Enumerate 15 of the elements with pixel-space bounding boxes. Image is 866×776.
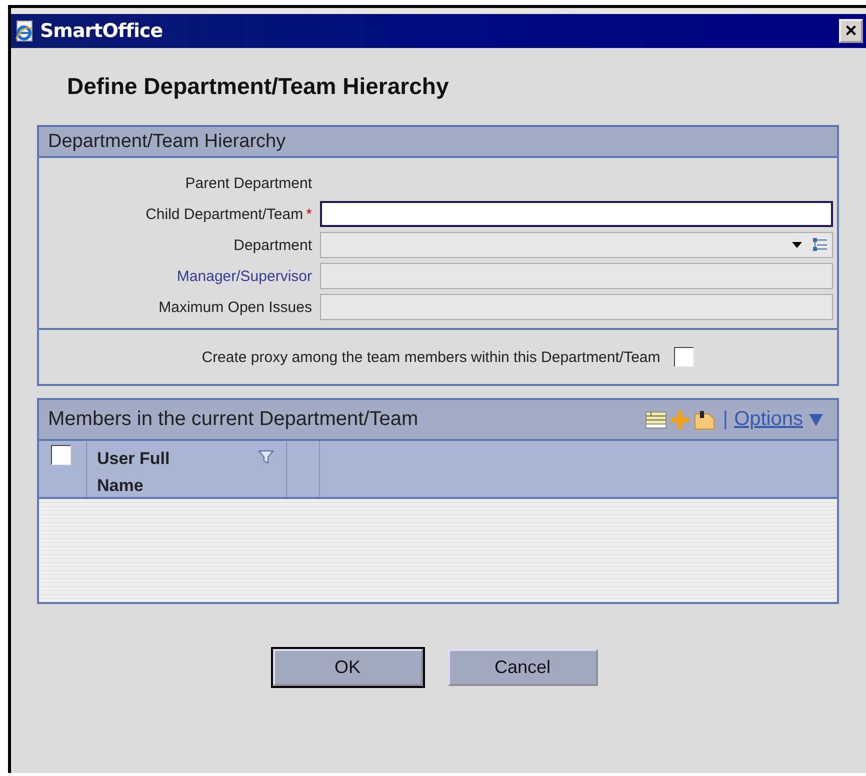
panel-title: Members in the current Department/Team [48, 408, 418, 431]
field-label: Department [234, 236, 312, 254]
window-title: SmartOffice [40, 20, 163, 42]
ok-button[interactable]: OK [272, 649, 422, 686]
required-mark: * [306, 206, 312, 222]
field-label: Child Department/Team [146, 206, 304, 222]
dialog-heading: Define Department/Team Hierarchy [66, 72, 450, 101]
panel-title: Department/Team Hierarchy [48, 130, 286, 152]
field-label: Parent Department [185, 174, 312, 192]
field-link[interactable]: Manager/Supervisor [176, 268, 312, 284]
field-label: Maximum Open Issues [158, 298, 312, 316]
close-button[interactable]: × [839, 19, 863, 43]
cancel-button[interactable]: Cancel [448, 649, 598, 686]
separator: | [722, 408, 728, 431]
proxy-label: Create proxy among the team members within this Department/Team [202, 348, 660, 366]
